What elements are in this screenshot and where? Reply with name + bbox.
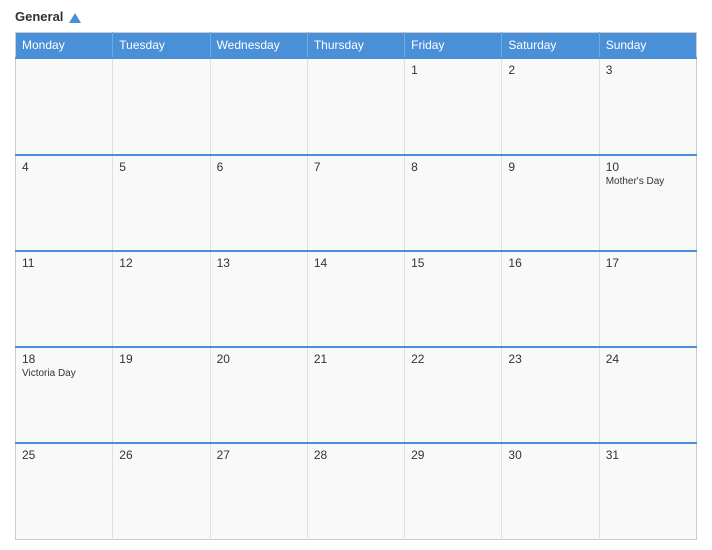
calendar-cell: 17: [599, 251, 696, 347]
day-number: 5: [119, 160, 203, 174]
calendar-cell: [16, 58, 113, 154]
day-number: 28: [314, 448, 398, 462]
day-number: 8: [411, 160, 495, 174]
calendar-header: General: [15, 10, 697, 24]
day-number: 27: [217, 448, 301, 462]
day-number: 30: [508, 448, 592, 462]
day-number: 23: [508, 352, 592, 366]
day-number: 31: [606, 448, 690, 462]
week-row-1: 123: [16, 58, 697, 154]
calendar-cell: 21: [307, 347, 404, 443]
day-number: 13: [217, 256, 301, 270]
day-number: 17: [606, 256, 690, 270]
day-number: 6: [217, 160, 301, 174]
calendar-cell: 6: [210, 155, 307, 251]
col-header-tuesday: Tuesday: [113, 33, 210, 59]
calendar-cell: 27: [210, 443, 307, 539]
day-number: 20: [217, 352, 301, 366]
calendar-cell: 7: [307, 155, 404, 251]
day-number: 29: [411, 448, 495, 462]
day-number: 21: [314, 352, 398, 366]
calendar-table: MondayTuesdayWednesdayThursdayFridaySatu…: [15, 32, 697, 540]
calendar-cell: 29: [405, 443, 502, 539]
day-number: 7: [314, 160, 398, 174]
day-number: 19: [119, 352, 203, 366]
calendar-cell: 23: [502, 347, 599, 443]
calendar-cell: 20: [210, 347, 307, 443]
calendar-cell: 4: [16, 155, 113, 251]
day-number: 1: [411, 63, 495, 77]
col-header-sunday: Sunday: [599, 33, 696, 59]
day-number: 24: [606, 352, 690, 366]
calendar-cell: 16: [502, 251, 599, 347]
calendar-cell: 9: [502, 155, 599, 251]
calendar-cell: 18 Victoria Day: [16, 347, 113, 443]
day-number: 4: [22, 160, 106, 174]
calendar-cell: 2: [502, 58, 599, 154]
col-header-saturday: Saturday: [502, 33, 599, 59]
calendar-cell: [210, 58, 307, 154]
day-number: 2: [508, 63, 592, 77]
calendar-cell: 30: [502, 443, 599, 539]
day-number: 3: [606, 63, 690, 77]
col-header-wednesday: Wednesday: [210, 33, 307, 59]
day-number: 9: [508, 160, 592, 174]
calendar-cell: 26: [113, 443, 210, 539]
week-row-4: 18 Victoria Day 19 20 21 22 23 24: [16, 347, 697, 443]
day-number: 10: [606, 160, 690, 174]
day-number: 11: [22, 256, 106, 270]
logo-triangle-icon: [69, 13, 81, 23]
calendar-cell: 19: [113, 347, 210, 443]
col-header-friday: Friday: [405, 33, 502, 59]
calendar-cell: 31: [599, 443, 696, 539]
calendar-cell: 5: [113, 155, 210, 251]
holiday-label: Mother's Day: [606, 176, 690, 187]
day-number: 25: [22, 448, 106, 462]
calendar-cell: 1: [405, 58, 502, 154]
calendar-cell: 3: [599, 58, 696, 154]
calendar-cell: 24: [599, 347, 696, 443]
day-number: 16: [508, 256, 592, 270]
week-row-5: 25 26 27 28 29 30 31: [16, 443, 697, 539]
calendar-cell: 25: [16, 443, 113, 539]
col-header-thursday: Thursday: [307, 33, 404, 59]
logo: General: [15, 10, 81, 24]
calendar-cell: 8: [405, 155, 502, 251]
calendar-cell: 28: [307, 443, 404, 539]
calendar-cell: [113, 58, 210, 154]
col-header-monday: Monday: [16, 33, 113, 59]
day-number: 15: [411, 256, 495, 270]
calendar-cell: [307, 58, 404, 154]
week-row-3: 11 12 13 14 15 16 17: [16, 251, 697, 347]
day-number: 22: [411, 352, 495, 366]
calendar-cell: 15: [405, 251, 502, 347]
calendar-cell: 12: [113, 251, 210, 347]
day-number: 14: [314, 256, 398, 270]
calendar-cell: 22: [405, 347, 502, 443]
logo-general-text: General: [15, 10, 81, 24]
calendar-cell: 10 Mother's Day: [599, 155, 696, 251]
calendar-page: General MondayTuesdayWednesdayThursdayFr…: [0, 0, 712, 550]
holiday-label: Victoria Day: [22, 368, 106, 379]
calendar-cell: 11: [16, 251, 113, 347]
day-number: 18: [22, 352, 106, 366]
day-number: 26: [119, 448, 203, 462]
calendar-cell: 13: [210, 251, 307, 347]
calendar-cell: 14: [307, 251, 404, 347]
week-row-2: 456789 10 Mother's Day: [16, 155, 697, 251]
calendar-header-row: MondayTuesdayWednesdayThursdayFridaySatu…: [16, 33, 697, 59]
day-number: 12: [119, 256, 203, 270]
